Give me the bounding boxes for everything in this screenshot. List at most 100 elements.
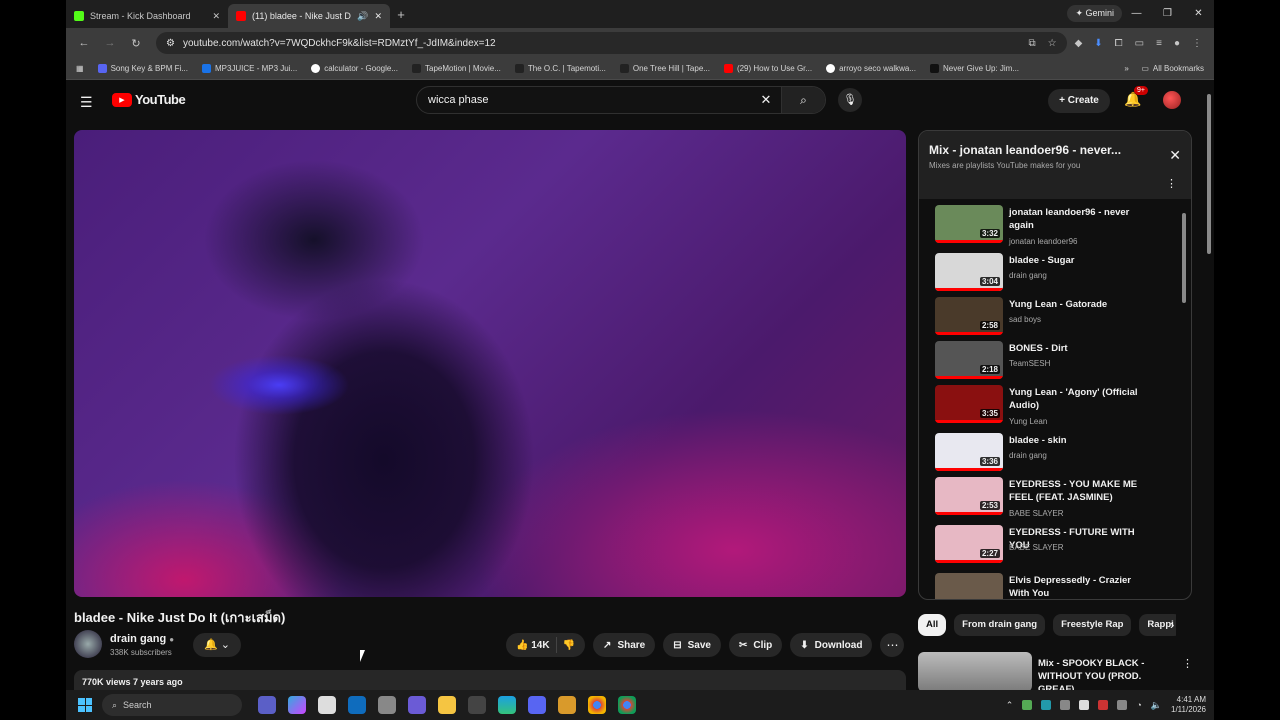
channel-name[interactable]: drain gang ● [110,633,174,645]
star-icon[interactable]: ☆ [1048,38,1057,49]
playlist-thumbnail[interactable]: 3:32 [935,205,1003,243]
minimize-icon[interactable]: — [1121,0,1152,28]
search-input[interactable]: wicca phase [417,94,751,106]
playlist-item[interactable]: 3:32 jonatan leandoer96 - never again jona… [935,203,1175,247]
apps-grid-icon[interactable]: ▦ [76,64,84,73]
search-button[interactable]: ⌕ [781,87,825,113]
install-icon[interactable]: ⧉ [1028,38,1035,49]
youtube-logo[interactable]: ▶ YouTube [112,92,186,107]
back-icon[interactable]: ← [72,37,96,49]
tray-app-icon[interactable] [1041,700,1052,710]
dislike-button[interactable]: 👎 [563,640,575,651]
playlist-thumbnail[interactable]: 2:53 [935,477,1003,515]
playlist-item[interactable]: 3:04 bladee - Sugar drain gang [935,251,1175,295]
save-button[interactable]: ⊟ Save [663,633,721,657]
tray-app-icon[interactable] [1079,700,1090,710]
taskbar-search[interactable]: ⌕ Search [102,694,242,716]
edge-icon[interactable] [498,696,516,714]
page-scrollbar[interactable] [1206,88,1212,688]
copilot-icon[interactable] [288,696,306,714]
chip-freestyle-rap[interactable]: Freestyle Rap [1053,614,1132,636]
gemini-button[interactable]: ✦ Gemini [1067,5,1122,22]
close-icon[interactable]: ✕ [374,11,382,22]
discord-icon[interactable] [528,696,546,714]
store-icon[interactable] [318,696,336,714]
menu-icon[interactable]: ☰ [80,94,93,111]
playlist-item[interactable]: 2:53 EYEDRESS - YOU MAKE ME FEEL (FEAT. J… [935,475,1175,519]
settings-icon[interactable] [378,696,396,714]
playlist-thumbnail[interactable] [935,573,1003,599]
playlist-item[interactable]: 2:18 BONES - Dirt TeamSESH [935,339,1175,383]
all-bookmarks[interactable]: » ▭ All Bookmarks [1124,64,1204,73]
playlist-thumbnail[interactable]: 3:35 [935,385,1003,423]
description-box[interactable]: 770K views 7 years ago [74,670,906,690]
forward-icon[interactable]: → [98,37,122,49]
share-button[interactable]: ↗ Share [593,633,656,657]
bookmark-item[interactable]: The O.C. | Tapemoti... [514,64,606,73]
maximize-icon[interactable]: ❐ [1152,0,1183,28]
app-icon[interactable] [468,696,486,714]
sidepanel-icon[interactable]: ▭ [1135,38,1144,49]
omnibox[interactable]: ⚙ youtube.com/watch?v=7WQDckhcF9k&list=R… [156,32,1067,54]
app-icon[interactable] [558,696,576,714]
scroll-thumb[interactable] [1207,94,1211,254]
close-window-icon[interactable]: ✕ [1183,0,1214,28]
download-button[interactable]: ⬇ Download [790,633,873,657]
subscription-bell-button[interactable]: 🔔 ⌄ [193,633,241,657]
download-ext-icon[interactable]: ⬇ [1094,38,1102,49]
recommended-title[interactable]: Mix - SPOOKY BLACK - WITHOUT YOU (PROD. … [1038,657,1178,690]
more-vert-icon[interactable]: ⋮ [1182,657,1193,670]
chrome-icon[interactable] [588,696,606,714]
tray-app-icon[interactable] [1098,700,1109,710]
tab-kick[interactable]: Stream - Kick Dashboard ✕ [66,4,228,28]
clock[interactable]: 4:41 AM 1/11/2026 [1171,695,1206,715]
like-button[interactable]: 👍 14K [516,640,550,651]
extension-icon[interactable]: ◆ [1075,38,1083,49]
channel-avatar[interactable] [74,630,102,658]
bookmark-item[interactable]: calculator - Google... [311,64,398,73]
bookmark-item[interactable]: arroyo seco walkwa... [826,64,916,73]
tray-app-icon[interactable] [1117,700,1128,710]
more-actions-icon[interactable]: ⋯ [880,633,905,657]
bookmark-item[interactable]: Song Key & BPM Fi... [97,64,188,73]
speaker-icon[interactable]: 🔊 [357,11,368,22]
playlist-item[interactable]: Elvis Depressedly - Crazier With You [935,571,1175,599]
outlook-icon[interactable] [348,696,366,714]
bookmark-item[interactable]: TapeMotion | Movie... [412,64,501,73]
playlist-item[interactable]: 3:35 Yung Lean - 'Agony' (Official Audio)… [935,383,1175,427]
recommended-thumbnail[interactable] [918,652,1032,690]
voice-search-icon[interactable]: 🎙 [838,88,862,112]
chevron-right-icon[interactable]: » [1124,64,1128,73]
bookmark-item[interactable]: (29) How to Use Gr... [723,64,812,73]
chevron-up-icon[interactable]: ⌃ [1006,700,1014,711]
teams-icon[interactable] [258,696,276,714]
clear-search-icon[interactable]: ✕ [751,92,781,108]
chip-all[interactable]: All [918,614,947,636]
wifi-icon[interactable]: ◔ [1136,700,1141,710]
clip-button[interactable]: ✂ Clip [728,633,783,657]
playlist-item[interactable]: 2:27 EYEDRESS - FUTURE WITH YOU BABE SLAYE… [935,523,1175,567]
close-icon[interactable]: ✕ [1169,147,1181,164]
playlist-thumbnail[interactable]: 3:04 [935,253,1003,291]
bookmark-item[interactable]: MP3JUICE - MP3 Jui... [201,64,297,73]
tray-app-icon[interactable] [1060,700,1071,710]
new-tab-button[interactable]: + [390,7,412,22]
media-icon[interactable]: ≡ [1156,38,1162,49]
playlist-thumbnail[interactable]: 2:18 [935,341,1003,379]
site-info-icon[interactable]: ⚙ [166,38,175,49]
volume-icon[interactable]: 🔈 [1151,700,1162,711]
create-button[interactable]: + Create [1048,89,1110,113]
bookmark-item[interactable]: One Tree Hill | Tape... [619,64,710,73]
playlist-item[interactable]: 2:58 Yung Lean - Gatorade sad boys [935,295,1175,339]
tab-youtube[interactable]: (11) bladee - Nike Just Do I 🔊 ✕ [228,4,390,28]
puzzle-icon[interactable]: ⧠ [1115,38,1123,49]
playlist-item[interactable]: 3:36 bladee - skin drain gang [935,431,1175,475]
chrome-icon[interactable] [618,696,636,714]
menu-dots-icon[interactable]: ⋮ [1192,38,1202,49]
playlist-thumbnail[interactable]: 2:27 [935,525,1003,563]
playlist-thumbnail[interactable]: 2:58 [935,297,1003,335]
video-player[interactable] [74,130,906,597]
more-vert-icon[interactable]: ⋮ [1166,177,1177,190]
chevron-right-icon[interactable]: › [1170,617,1174,632]
tray-app-icon[interactable] [1022,700,1033,710]
